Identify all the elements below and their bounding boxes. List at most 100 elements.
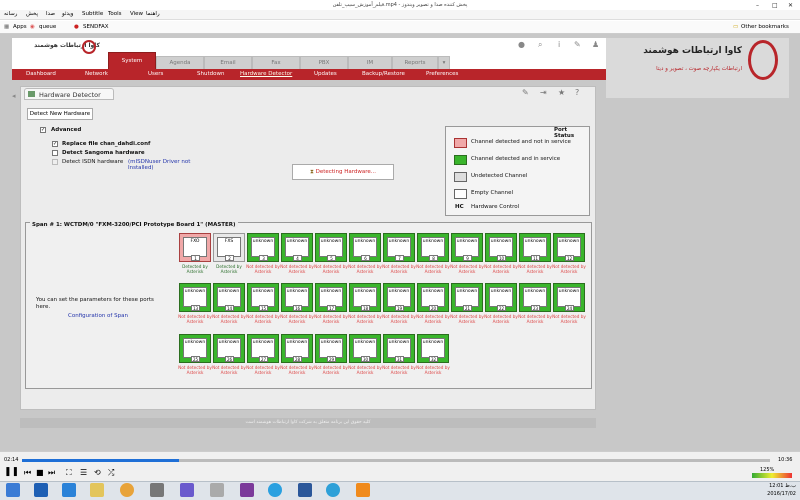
file-explorer-icon[interactable] xyxy=(90,483,104,497)
detect-new-hardware-button[interactable]: Detect New Hardware xyxy=(27,108,93,120)
menu-item-view[interactable]: View xyxy=(130,11,143,17)
nav-backup-restore[interactable]: Backup/Restore xyxy=(362,70,405,79)
document-icon[interactable] xyxy=(210,483,224,497)
menu-item-help[interactable]: راهنما xyxy=(146,11,160,17)
pause-icon[interactable]: ❚❚ xyxy=(4,467,19,477)
user-icon[interactable]: ♟ xyxy=(592,40,599,49)
tab-system[interactable]: System xyxy=(108,52,156,69)
windows-start-icon[interactable] xyxy=(6,483,20,497)
previous-icon[interactable]: ⏮ xyxy=(24,468,31,478)
port-21[interactable]: unknown 21 xyxy=(451,283,483,312)
next-icon[interactable]: ⏭ xyxy=(48,468,55,478)
visio-icon[interactable] xyxy=(180,483,194,497)
port-24[interactable]: unknown 24 xyxy=(553,283,585,312)
word-icon[interactable] xyxy=(298,483,312,497)
internet-explorer-icon[interactable] xyxy=(62,483,76,497)
port-31[interactable]: unknown 31 xyxy=(383,334,415,363)
port-8[interactable]: unknown 8 xyxy=(417,233,449,262)
star-icon[interactable]: ★ xyxy=(558,88,565,97)
menu-item-video[interactable]: ویدئو xyxy=(62,11,73,17)
tab-email[interactable]: Email xyxy=(204,56,252,69)
port-15[interactable]: unknown 15 xyxy=(247,283,279,312)
detect-isdn-checkbox[interactable] xyxy=(52,159,58,165)
nav-preferences[interactable]: Preferences xyxy=(426,70,458,79)
nav-updates[interactable]: Updates xyxy=(314,70,337,79)
detecting-hardware-button[interactable]: ⧗ Detecting Hardware... xyxy=(292,164,394,180)
vlc-icon[interactable] xyxy=(356,483,370,497)
tabs-more-chevron-icon[interactable]: ▾ xyxy=(438,56,450,69)
tab-pbx[interactable]: PBX xyxy=(300,56,348,69)
menu-item-tools[interactable]: Tools xyxy=(108,11,122,17)
drop-icon[interactable]: ● xyxy=(518,40,525,49)
port-29[interactable]: unknown 29 xyxy=(315,334,347,363)
port-14[interactable]: unknown 14 xyxy=(213,283,245,312)
port-9[interactable]: unknown 9 xyxy=(451,233,483,262)
configuration-of-span-link[interactable]: Configuration of Span xyxy=(68,313,128,319)
nav-shutdown[interactable]: Shutdown xyxy=(197,70,224,79)
tab-agenda[interactable]: Agenda xyxy=(156,56,204,69)
collapse-arrow-icon[interactable]: ◂ xyxy=(12,92,18,102)
nav-network[interactable]: Network xyxy=(85,70,108,79)
bookmark-other[interactable]: Other bookmarks xyxy=(741,24,789,30)
seek-bar[interactable] xyxy=(22,459,770,462)
nav-dashboard[interactable]: Dashboard xyxy=(26,70,56,79)
detect-sangoma-checkbox[interactable] xyxy=(52,150,58,156)
volume-slider[interactable] xyxy=(752,473,792,478)
tab-fax[interactable]: Fax xyxy=(252,56,300,69)
tools-icon[interactable]: ✎ xyxy=(574,40,581,49)
port-20[interactable]: unknown 20 xyxy=(417,283,449,312)
port-1[interactable]: FXO 1 xyxy=(179,233,211,262)
replace-file-checkbox[interactable]: ✓ xyxy=(52,141,58,147)
tab-reports[interactable]: Reports xyxy=(392,56,438,69)
port-11[interactable]: unknown 11 xyxy=(519,233,551,262)
port-30[interactable]: unknown 30 xyxy=(349,334,381,363)
port-5[interactable]: unknown 5 xyxy=(315,233,347,262)
edit-icon[interactable]: ✎ xyxy=(522,88,529,97)
shuffle-icon[interactable]: ⤮ xyxy=(108,468,114,478)
port-2[interactable]: FXS 2 xyxy=(213,233,245,262)
port-16[interactable]: unknown 16 xyxy=(281,283,313,312)
port-28[interactable]: unknown 28 xyxy=(281,334,313,363)
playlist-icon[interactable]: ☰ xyxy=(80,468,87,477)
port-19[interactable]: unknown 19 xyxy=(383,283,415,312)
port-23[interactable]: unknown 23 xyxy=(519,283,551,312)
port-17[interactable]: unknown 17 xyxy=(315,283,347,312)
search-icon[interactable]: ⌕ xyxy=(538,40,542,50)
bookmark-sendfax[interactable]: SENDFAX xyxy=(83,24,109,30)
port-7[interactable]: unknown 7 xyxy=(383,233,415,262)
fullscreen-icon[interactable]: ⛶ xyxy=(66,468,72,478)
port-27[interactable]: unknown 27 xyxy=(247,334,279,363)
port-3[interactable]: unknown 3 xyxy=(247,233,279,262)
telegram-icon[interactable] xyxy=(326,483,340,497)
menu-item-play[interactable]: پخش xyxy=(26,11,38,17)
advanced-checkbox[interactable]: ✓ xyxy=(40,127,46,133)
onenote-icon[interactable] xyxy=(240,483,254,497)
bookmark-queue[interactable]: queue xyxy=(39,24,56,30)
port-18[interactable]: unknown 18 xyxy=(349,283,381,312)
port-26[interactable]: unknown 26 xyxy=(213,334,245,363)
port-12[interactable]: unknown 12 xyxy=(553,233,585,262)
app-icon[interactable] xyxy=(150,483,164,497)
chrome-icon[interactable] xyxy=(120,483,134,497)
port-32[interactable]: unknown 32 xyxy=(417,334,449,363)
skype-icon[interactable] xyxy=(268,483,282,497)
nav-hardware-detector[interactable]: Hardware Detector xyxy=(240,70,292,79)
port-4[interactable]: unknown 4 xyxy=(281,233,313,262)
port-25[interactable]: unknown 25 xyxy=(179,334,211,363)
bookmark-apps[interactable]: Apps xyxy=(13,24,27,30)
menu-item-subtitle[interactable]: Subtitle xyxy=(82,11,103,17)
apps-grid-icon[interactable]: ▦ xyxy=(4,24,9,30)
stop-icon[interactable]: ■ xyxy=(36,468,44,477)
export-icon[interactable]: ⇥ xyxy=(540,88,547,97)
nav-users[interactable]: Users xyxy=(148,70,163,79)
info-icon[interactable]: i xyxy=(558,40,560,49)
help-icon[interactable]: ? xyxy=(575,88,579,97)
port-6[interactable]: unknown 6 xyxy=(349,233,381,262)
tab-im[interactable]: IM xyxy=(348,56,392,69)
port-22[interactable]: unknown 22 xyxy=(485,283,517,312)
loop-icon[interactable]: ⟲ xyxy=(94,468,101,477)
outlook-icon[interactable] xyxy=(34,483,48,497)
port-10[interactable]: unknown 10 xyxy=(485,233,517,262)
menu-item-media[interactable]: رسانه xyxy=(4,11,17,17)
port-13[interactable]: unknown 13 xyxy=(179,283,211,312)
